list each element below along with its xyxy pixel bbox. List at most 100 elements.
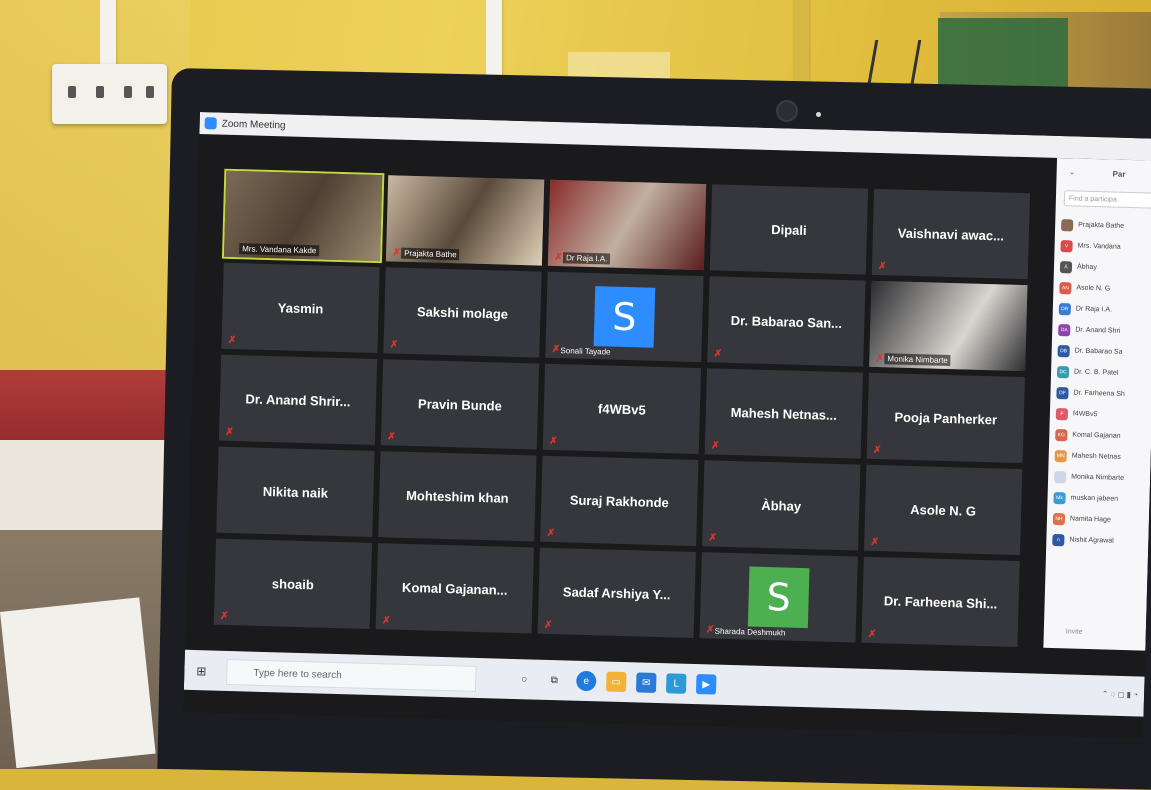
avatar: DB [1057,344,1070,357]
participant-tile[interactable]: S Sonali Tayade ✗ [545,271,704,363]
participant-tile[interactable]: Asole N. G ✗ [864,464,1023,556]
participant-tile[interactable]: Mohteshim khan [378,451,537,542]
invite-button[interactable]: Invite [1066,628,1083,635]
participant-name: Mahesh Netnas... [730,404,838,423]
participant-tile[interactable]: Pravin Bunde ✗ [380,359,540,450]
avatar: V [1060,239,1073,252]
taskbar-search-input[interactable]: Type here to search [226,658,477,692]
participant-name: Sadaf Arshiya Y... [562,583,671,602]
participant-tile[interactable]: Mahesh Netnas... ✗ [704,368,863,459]
muted-mic-icon: ✗ [870,536,880,549]
participant-name: Sakshi molage [416,303,509,322]
participant-list-item[interactable]: Prajakta Bathe [1061,214,1151,238]
avatar: S [747,566,810,629]
avatar: À [1059,260,1073,273]
participant-tile[interactable]: Dr. Anand Shrir... ✗ [218,354,378,446]
white-table-skirt [0,440,185,540]
participant-name: Pravin Bunde [417,395,503,414]
avatar: NH [1052,512,1066,525]
participant-tile[interactable]: shoaib ✗ [213,538,373,629]
participant-tile[interactable]: Prajakta Bathe ✗ [385,175,545,266]
zoom-logo-icon [204,117,217,130]
edge-browser-icon[interactable]: e [575,670,597,692]
participant-name: Pooja Panherker [894,409,998,427]
participant-name: Mrs. Vandana Kakde [239,243,320,257]
webcam-indicator [816,112,821,117]
participant-tile[interactable]: Suraj Rakhonde ✗ [540,455,699,547]
windows-start-icon[interactable]: ⊞ [196,664,208,678]
muted-mic-icon: ✗ [382,615,391,627]
participant-tile[interactable]: Mrs. Vandana Kakde [221,168,385,264]
participant-tile[interactable]: Dr. Babarao San... ✗ [707,276,866,367]
muted-mic-icon: ✗ [392,247,401,259]
participant-search-input[interactable]: Find a participa [1063,190,1151,209]
participant-list-name: f4WBv5 [1072,410,1098,419]
muted-mic-icon: ✗ [875,352,885,365]
participant-list-item[interactable]: DR Dr Raja I.A. [1058,298,1151,322]
participant-list-name: Asole N. G [1076,284,1111,293]
participant-list-item[interactable]: À Àbhay [1059,256,1151,280]
file-explorer-icon[interactable]: ▭ [605,671,627,693]
participant-tile[interactable]: f4WBv5 ✗ [542,363,702,455]
participant-name: Dr Raja I.A. [562,252,611,265]
participant-tile[interactable]: Àbhay ✗ [702,460,861,551]
muted-mic-icon: ✗ [551,343,561,356]
muted-mic-icon: ✗ [878,261,887,273]
participant-tile[interactable]: Dr. Farheena Shi... ✗ [861,556,1020,648]
chevron-down-icon[interactable]: ⌄ [1069,167,1076,176]
mail-icon[interactable]: ✉ [635,672,657,693]
muted-mic-icon: ✗ [708,532,718,544]
participant-tile[interactable]: Vaishnavi awac... ✗ [871,188,1031,280]
muted-mic-icon: ✗ [867,628,877,641]
app-icon[interactable]: L [665,673,687,694]
avatar: AN [1059,281,1072,294]
participant-list-item[interactable]: V Mrs. Vandana [1060,235,1151,259]
laptop-screen: Zoom Meeting Mrs. Vandana Kakde Prajakta … [183,112,1151,739]
participant-list-name: Dr. Farheena Sh [1073,389,1125,398]
participant-tile[interactable]: Yasmin ✗ [221,262,380,354]
participant-name: Sharada Deshmukh [714,626,786,638]
muted-mic-icon: ✗ [220,610,229,622]
zoom-taskbar-icon[interactable]: ▶ [695,674,717,695]
webcam [776,100,798,122]
participant-list-item[interactable]: MN Mahesh Netnas [1054,445,1151,469]
participant-list-item[interactable]: Ff4WBv5 [1055,403,1151,427]
participant-tile[interactable]: Dipali [709,184,869,275]
box-print [938,18,1068,88]
participant-tile[interactable]: Pooja Panherker ✗ [866,372,1025,464]
participant-tile[interactable]: Sakshi molage ✗ [383,267,542,358]
participant-list-item[interactable]: KG Komal Gajanan [1055,424,1151,448]
participant-list-name: Prajakta Bathe [1078,221,1125,230]
participant-list-item[interactable]: DB Dr. Babarao Sa [1057,340,1151,364]
participant-tile[interactable]: Komal Gajanan... ✗ [375,543,534,634]
task-view-icon[interactable]: ⧉ [544,670,565,691]
wall-conduit [100,0,116,66]
participant-list-item[interactable]: NH Namita Hage [1052,508,1150,532]
participant-tile[interactable]: Dr Raja I.A. ✗ [547,179,707,271]
avatar: n [1052,533,1065,546]
participant-list-item[interactable]: DC Dr. C. B. Patel [1056,361,1151,385]
participant-name: Vaishnavi awac... [897,225,1005,243]
cortana-icon[interactable]: ○ [514,669,535,690]
participant-list-item[interactable]: Monika Nimbarte [1053,466,1151,490]
participant-tile[interactable]: Nikita naik [216,446,375,537]
participant-list-name: Monika Nimbarte [1071,473,1125,482]
muted-mic-icon: ✗ [711,440,720,452]
muted-mic-icon: ✗ [543,619,553,632]
participant-tile[interactable]: S Sharada Deshmukh ✗ [699,552,858,643]
participant-list-item[interactable]: AN Asole N. G [1059,277,1151,301]
system-tray: ⌃ ◌ ◻ ▮ ◔ [1101,689,1139,700]
participant-list-item[interactable]: n Nishit Agrawal [1052,529,1149,553]
avatar: KG [1055,428,1068,441]
muted-mic-icon: ✗ [705,624,715,636]
participant-name: Sonali Tayade [560,346,611,357]
participant-list-item[interactable]: DA Dr. Anand Shri [1058,319,1151,343]
participant-list-item[interactable]: Mk muskan jabeen [1053,487,1150,511]
participant-list-item[interactable]: DF Dr. Farheena Sh [1056,382,1151,406]
participant-tile[interactable]: Monika Nimbarte ✗ [869,280,1028,372]
avatar: S [593,286,656,348]
muted-mic-icon: ✗ [225,426,234,439]
participant-list-name: Dr. Anand Shri [1075,326,1121,335]
participant-list-name: Dr. Babarao Sa [1074,347,1123,356]
participant-tile[interactable]: Sadaf Arshiya Y... ✗ [537,547,696,638]
